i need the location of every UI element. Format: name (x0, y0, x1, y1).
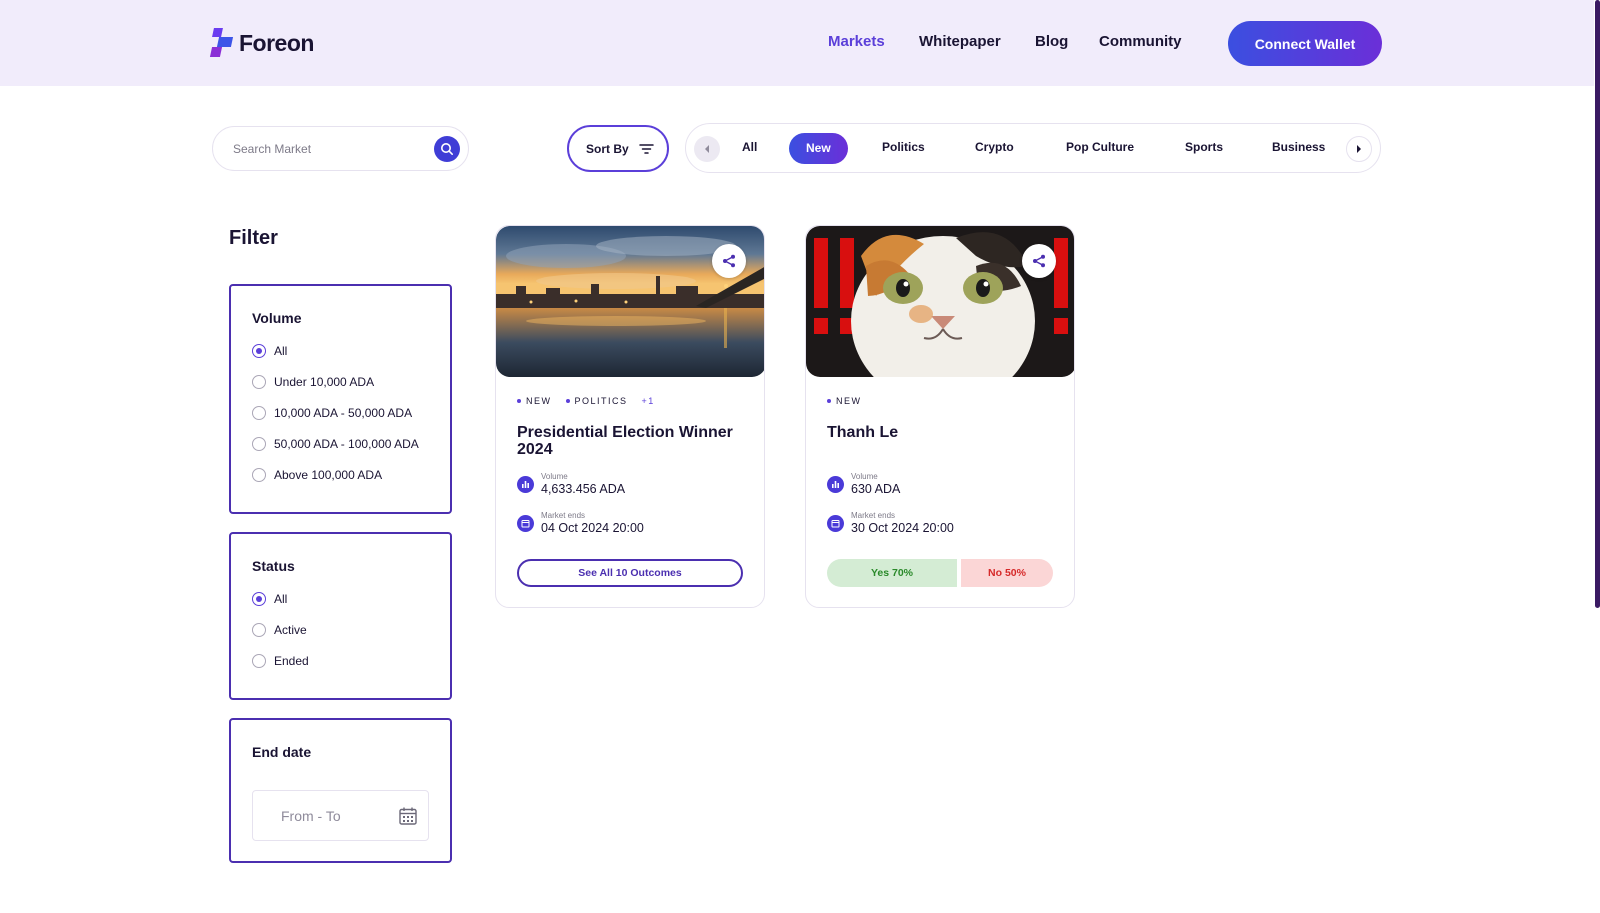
volume-filter: Volume All Under 10,000 ADA 10,000 ADA -… (229, 284, 452, 514)
radio-selected[interactable] (252, 344, 266, 358)
share-button[interactable] (712, 244, 746, 278)
share-button[interactable] (1022, 244, 1056, 278)
volume-option-all[interactable]: All (252, 344, 287, 358)
filter-title: Filter (229, 227, 278, 249)
ends-meta: Market ends 04 Oct 2024 20:00 (517, 511, 644, 535)
radio[interactable] (252, 437, 266, 451)
top-header: Foreon Markets Whitepaper Blog Community… (0, 0, 1600, 86)
search-input[interactable] (233, 139, 423, 159)
search-button[interactable] (434, 136, 460, 162)
volume-option-50000-100000[interactable]: 50,000 ADA - 100,000 ADA (252, 437, 419, 451)
tag-list: NEW (827, 396, 876, 406)
market-card[interactable]: NEW POLITICS +1 Presidential Election Wi… (495, 225, 765, 608)
tag-new: NEW (827, 396, 862, 406)
filter-lines-icon (638, 143, 654, 154)
calendar-icon (827, 514, 844, 532)
share-icon (723, 254, 735, 268)
status-option-all[interactable]: All (252, 592, 287, 606)
radio[interactable] (252, 654, 266, 668)
sort-by-label: Sort By (586, 141, 629, 156)
logo-text: Foreon (239, 29, 314, 56)
end-date-heading: End date (252, 744, 312, 760)
tab-crypto[interactable]: Crypto (975, 140, 1014, 154)
tab-pop-culture[interactable]: Pop Culture (1066, 140, 1134, 154)
tag-politics: POLITICS (566, 396, 628, 406)
date-range-placeholder: From - To (281, 808, 341, 824)
search-box (212, 126, 469, 171)
volume-option-10000-50000[interactable]: 10,000 ADA - 50,000 ADA (252, 406, 412, 420)
volume-meta: Volume 630 ADA (827, 472, 900, 496)
calendar-icon (517, 514, 534, 532)
share-icon (1033, 254, 1045, 268)
market-card[interactable]: NEW Thanh Le Volume 630 ADA Market ends … (805, 225, 1075, 608)
calendar-icon[interactable] (398, 806, 418, 826)
status-heading: Status (252, 558, 295, 574)
status-option-active[interactable]: Active (252, 623, 307, 637)
categories-next-button[interactable] (1346, 136, 1372, 162)
categories-prev-button[interactable] (694, 136, 720, 162)
bar-chart-icon (827, 475, 844, 493)
radio[interactable] (252, 623, 266, 637)
ends-value: 30 Oct 2024 20:00 (851, 521, 954, 535)
tab-politics[interactable]: Politics (882, 140, 925, 154)
radio-selected[interactable] (252, 592, 266, 606)
volume-label: Volume (851, 472, 878, 481)
caret-left-icon (705, 145, 709, 153)
tag-new: NEW (517, 396, 552, 406)
scrollbar-track[interactable] (1594, 0, 1600, 913)
radio[interactable] (252, 468, 266, 482)
volume-value: 630 ADA (851, 482, 901, 496)
market-title[interactable]: Thanh Le (827, 424, 1063, 441)
volume-value: 4,633.456 ADA (541, 482, 626, 496)
end-date-filter: End date From - To (229, 718, 452, 863)
volume-heading: Volume (252, 310, 302, 326)
ends-meta: Market ends 30 Oct 2024 20:00 (827, 511, 954, 535)
status-filter: Status All Active Ended (229, 532, 452, 700)
volume-label: Volume (541, 472, 568, 481)
search-icon (441, 143, 453, 155)
connect-wallet-button[interactable]: Connect Wallet (1228, 21, 1382, 66)
logo[interactable]: Foreon (209, 28, 314, 58)
radio[interactable] (252, 406, 266, 420)
see-all-outcomes-button[interactable]: See All 10 Outcomes (517, 559, 743, 587)
tab-business[interactable]: Business (1272, 140, 1325, 154)
logo-icon (209, 28, 234, 58)
tab-new[interactable]: New (789, 133, 848, 164)
volume-meta: Volume 4,633.456 ADA (517, 472, 625, 496)
yes-outcome-button[interactable]: Yes 70% (827, 559, 957, 587)
nav-markets[interactable]: Markets (828, 33, 885, 50)
ends-label: Market ends (851, 511, 896, 520)
nav-blog[interactable]: Blog (1035, 33, 1068, 50)
market-title[interactable]: Presidential Election Winner 2024 (517, 424, 753, 458)
ends-value: 04 Oct 2024 20:00 (541, 521, 644, 535)
nav-community[interactable]: Community (1099, 33, 1182, 50)
tab-all[interactable]: All (742, 140, 757, 154)
scrollbar-thumb[interactable] (1595, 0, 1600, 608)
tag-list: NEW POLITICS +1 (517, 396, 669, 406)
tag-more: +1 (641, 396, 655, 406)
tab-sports[interactable]: Sports (1185, 140, 1223, 154)
ends-label: Market ends (541, 511, 586, 520)
radio[interactable] (252, 375, 266, 389)
volume-option-under-10000[interactable]: Under 10,000 ADA (252, 375, 374, 389)
bar-chart-icon (517, 475, 534, 493)
no-outcome-button[interactable]: No 50% (961, 559, 1053, 587)
status-option-ended[interactable]: Ended (252, 654, 309, 668)
nav-whitepaper[interactable]: Whitepaper (919, 33, 1001, 50)
category-tabs: All New Politics Crypto Pop Culture Spor… (685, 123, 1381, 173)
date-range-input[interactable]: From - To (252, 790, 429, 841)
volume-option-above-100000[interactable]: Above 100,000 ADA (252, 468, 382, 482)
sort-by-button[interactable]: Sort By (567, 125, 669, 172)
caret-right-icon (1357, 145, 1361, 153)
